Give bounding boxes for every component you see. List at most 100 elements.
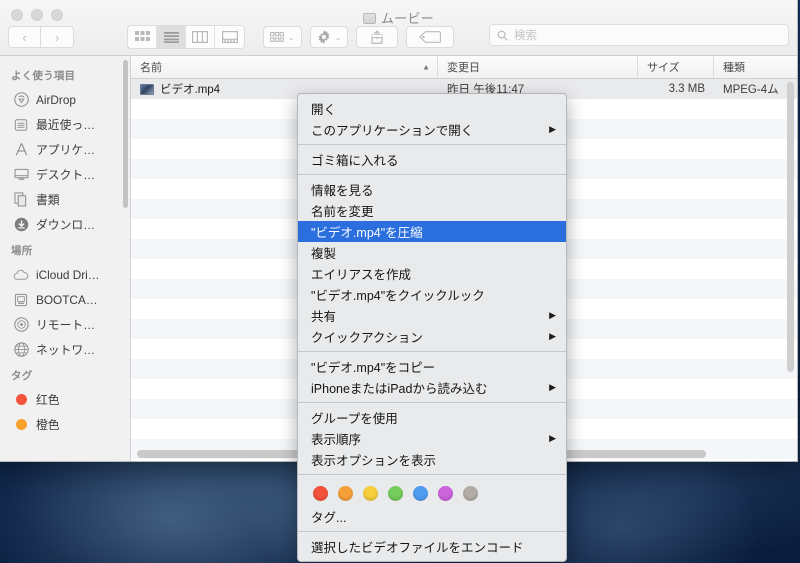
menu-item-open-with[interactable]: このアプリケーションで開く ▶ <box>298 119 566 140</box>
menu-item-label: iPhoneまたはiPadから読み込む <box>311 382 488 396</box>
menu-item-label: 複製 <box>311 247 337 261</box>
back-button[interactable]: ‹ <box>8 26 41 48</box>
column-header-size[interactable]: サイズ <box>638 56 714 78</box>
airdrop-icon <box>13 92 29 108</box>
window-titlebar[interactable]: ムービー ‹ › ⌄ ⌄ 検索 <box>0 0 797 56</box>
menu-item-rename[interactable]: 名前を変更 <box>298 200 566 221</box>
sidebar-item-label: アプリケ… <box>36 143 95 157</box>
tag-icon <box>419 31 442 43</box>
menu-item-quick-actions[interactable]: クイックアクション ▶ <box>298 326 566 347</box>
menu-item-import-from-iphone[interactable]: iPhoneまたはiPadから読み込む ▶ <box>298 377 566 398</box>
icloud-icon <box>13 267 29 283</box>
menu-item-sort-by[interactable]: 表示順序 ▶ <box>298 428 566 449</box>
menu-item-label: "ビデオ.mp4"をコピー <box>311 361 436 375</box>
menu-item-label: ゴミ箱に入れる <box>311 154 399 168</box>
forward-button[interactable]: › <box>41 26 74 48</box>
menu-item-move-to-trash[interactable]: ゴミ箱に入れる <box>298 149 566 170</box>
search-placeholder: 検索 <box>514 30 537 42</box>
menu-item-label: 情報を見る <box>311 184 374 198</box>
sidebar-item-tag-red[interactable]: 红色 <box>0 387 130 412</box>
menu-separator <box>298 531 566 532</box>
action-menu-button[interactable]: ⌄ <box>309 26 349 48</box>
sidebar-item-bootcamp[interactable]: BOOTCA… <box>0 287 130 312</box>
list-view-icon <box>163 31 179 43</box>
sidebar-item-label: ネットワ… <box>36 343 95 357</box>
icon-view-icon <box>134 31 150 41</box>
harddisk-icon <box>13 292 29 308</box>
tag-swatch-yellow[interactable] <box>363 486 378 501</box>
recents-icon <box>13 117 29 133</box>
menu-item-label: 選択したビデオファイルをエンコード <box>311 541 524 555</box>
menu-item-copy[interactable]: "ビデオ.mp4"をコピー <box>298 356 566 377</box>
menu-item-get-info[interactable]: 情報を見る <box>298 179 566 200</box>
view-mode-group <box>127 25 245 49</box>
sidebar-item-recents[interactable]: 最近使っ… <box>0 112 130 137</box>
tag-swatch-red[interactable] <box>313 486 328 501</box>
sidebar-item-applications[interactable]: アプリケ… <box>0 137 130 162</box>
gear-icon <box>318 30 330 44</box>
gallery-view-button[interactable] <box>215 26 244 48</box>
sidebar-item-downloads[interactable]: ダウンロ… <box>0 212 130 237</box>
sidebar-item-desktop[interactable]: デスクト… <box>0 162 130 187</box>
file-kind-cell: MPEG-4ム <box>723 84 779 96</box>
column-header-name[interactable]: 名前 ▲ <box>131 56 438 78</box>
tag-button[interactable] <box>406 26 455 48</box>
menu-item-make-alias[interactable]: エイリアスを作成 <box>298 263 566 284</box>
sidebar-item-documents[interactable]: 書類 <box>0 187 130 212</box>
sidebar-item-label: 红色 <box>36 393 60 407</box>
menu-item-label: クイックアクション <box>311 331 423 345</box>
tag-swatch-orange[interactable] <box>338 486 353 501</box>
sidebar-item-icloud-drive[interactable]: iCloud Dri… <box>0 262 130 287</box>
menu-item-share[interactable]: 共有 ▶ <box>298 305 566 326</box>
menu-item-duplicate[interactable]: 複製 <box>298 242 566 263</box>
menu-item-open[interactable]: 開く <box>298 98 566 119</box>
sidebar-item-airdrop[interactable]: AirDrop <box>0 87 130 112</box>
menu-item-label: "ビデオ.mp4"を圧縮 <box>311 226 423 240</box>
column-header-label: 名前 <box>140 62 162 74</box>
desktop-icon <box>13 167 29 183</box>
submenu-arrow-icon: ▶ <box>549 382 556 392</box>
sidebar-section-locations-header: 場所 <box>11 245 33 257</box>
sidebar-item-label: iCloud Dri… <box>36 267 100 282</box>
sidebar-item-label: リモート… <box>36 318 95 332</box>
tag-swatch-gray[interactable] <box>463 486 478 501</box>
network-icon <box>13 342 29 358</box>
sidebar: よく使う項目 AirDrop 最近使っ… アプリケ… デスクト… 書類 ダウンロ… <box>0 56 131 461</box>
menu-item-quick-look[interactable]: "ビデオ.mp4"をクイックルック <box>298 284 566 305</box>
menu-item-label: タグ... <box>311 511 347 525</box>
chevron-down-icon: ⌄ <box>288 32 295 42</box>
sidebar-scrollbar[interactable] <box>123 60 128 208</box>
column-header-date[interactable]: 変更日 <box>438 56 638 78</box>
tag-swatch-blue[interactable] <box>413 486 428 501</box>
applications-icon <box>13 142 29 158</box>
share-button[interactable] <box>356 26 399 48</box>
menu-item-label: エイリアスを作成 <box>311 268 412 282</box>
search-icon <box>497 30 508 41</box>
submenu-arrow-icon: ▶ <box>549 433 556 443</box>
sidebar-item-label: ダウンロ… <box>36 218 95 232</box>
sidebar-item-tag-orange[interactable]: 橙色 <box>0 412 130 437</box>
tag-swatch-green[interactable] <box>388 486 403 501</box>
menu-item-use-groups[interactable]: グループを使用 <box>298 407 566 428</box>
nav-buttons: ‹ › <box>8 26 74 48</box>
arrange-button[interactable]: ⌄ <box>263 26 302 48</box>
menu-item-compress[interactable]: "ビデオ.mp4"を圧縮 <box>298 221 566 242</box>
menu-item-encode-selected-video[interactable]: 選択したビデオファイルをエンコード <box>298 536 566 557</box>
icon-view-button[interactable] <box>128 26 157 48</box>
column-view-button[interactable] <box>186 26 215 48</box>
menu-item-label: このアプリケーションで開く <box>311 124 474 138</box>
tag-swatch-purple[interactable] <box>438 486 453 501</box>
sidebar-item-remote-disc[interactable]: リモート… <box>0 312 130 337</box>
menu-item-label: 名前を変更 <box>311 205 374 219</box>
gallery-view-icon <box>221 31 238 43</box>
grid-icon <box>270 31 284 42</box>
sidebar-item-network[interactable]: ネットワ… <box>0 337 130 362</box>
menu-item-show-view-options[interactable]: 表示オプションを表示 <box>298 449 566 470</box>
menu-item-label: 表示順序 <box>311 433 362 447</box>
vertical-scrollbar[interactable] <box>787 82 794 372</box>
column-header-kind[interactable]: 種類 <box>714 56 797 78</box>
search-input[interactable]: 検索 <box>489 24 789 46</box>
menu-item-tags[interactable]: タグ... <box>298 506 566 527</box>
list-view-button[interactable] <box>157 26 186 48</box>
context-menu: 開く このアプリケーションで開く ▶ ゴミ箱に入れる 情報を見る 名前を変更 "… <box>297 93 567 562</box>
